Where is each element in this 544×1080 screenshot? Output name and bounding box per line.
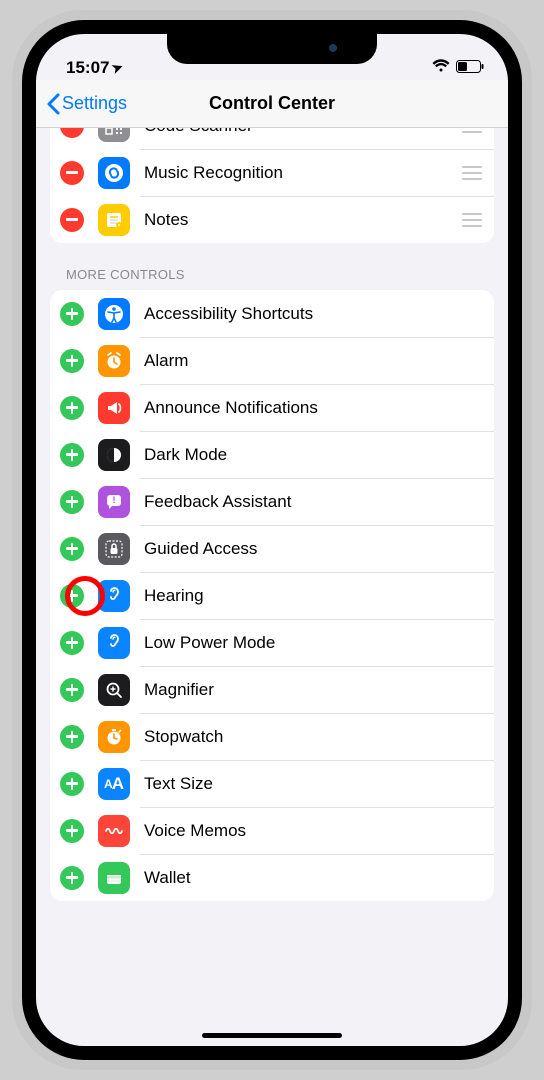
- more-controls-group: Accessibility Shortcuts Alarm Announce Not…: [50, 290, 494, 901]
- remove-button[interactable]: [60, 208, 84, 232]
- svg-text:!: !: [113, 495, 116, 505]
- magnifier-icon: [98, 674, 130, 706]
- control-row-wallet[interactable]: Wallet: [50, 854, 494, 901]
- feedback-icon: !: [98, 486, 130, 518]
- accessibility-icon: [98, 298, 130, 330]
- status-left: 15:07 ➤: [66, 58, 123, 78]
- control-row-hearing[interactable]: Hearing: [50, 572, 494, 619]
- lock-icon: [98, 533, 130, 565]
- control-row-accessibility-shortcuts[interactable]: Accessibility Shortcuts: [50, 290, 494, 337]
- back-button[interactable]: Settings: [46, 93, 127, 115]
- ear2-icon: [98, 627, 130, 659]
- home-indicator[interactable]: [202, 1033, 342, 1038]
- row-label: Voice Memos: [144, 821, 482, 841]
- add-button[interactable]: [60, 819, 84, 843]
- status-time: 15:07: [66, 58, 109, 78]
- reorder-handle-icon[interactable]: [460, 166, 482, 180]
- control-row-text-size[interactable]: AA Text Size: [50, 760, 494, 807]
- control-row-dark-mode[interactable]: Dark Mode: [50, 431, 494, 478]
- textsize-icon: AA: [98, 768, 130, 800]
- add-button[interactable]: [60, 584, 84, 608]
- darkmode-icon: [98, 439, 130, 471]
- screen: 15:07 ➤ Settings Control: [36, 34, 508, 1046]
- control-row-announce-notifications[interactable]: Announce Notifications: [50, 384, 494, 431]
- battery-icon: [456, 58, 484, 78]
- add-button[interactable]: [60, 772, 84, 796]
- add-button[interactable]: [60, 490, 84, 514]
- row-label: Alarm: [144, 351, 482, 371]
- row-label: Code Scanner: [144, 128, 460, 136]
- shazam-icon: [98, 157, 130, 189]
- row-label: Guided Access: [144, 539, 482, 559]
- control-row-feedback-assistant[interactable]: ! Feedback Assistant: [50, 478, 494, 525]
- row-label: Text Size: [144, 774, 482, 794]
- content-area[interactable]: Apple TV Remote Code Scanner Music Recog…: [36, 128, 508, 1046]
- row-label: Accessibility Shortcuts: [144, 304, 482, 324]
- add-button[interactable]: [60, 302, 84, 326]
- remove-button[interactable]: [60, 161, 84, 185]
- add-button[interactable]: [60, 631, 84, 655]
- alarm-icon: [98, 345, 130, 377]
- control-row-notes[interactable]: Notes: [50, 196, 494, 243]
- nav-bar: Settings Control Center: [36, 80, 508, 128]
- add-button[interactable]: [60, 349, 84, 373]
- control-row-stopwatch[interactable]: Stopwatch: [50, 713, 494, 760]
- control-row-guided-access[interactable]: Guided Access: [50, 525, 494, 572]
- add-button[interactable]: [60, 396, 84, 420]
- control-row-alarm[interactable]: Alarm: [50, 337, 494, 384]
- row-label: Announce Notifications: [144, 398, 482, 418]
- row-label: Wallet: [144, 868, 482, 888]
- add-button[interactable]: [60, 443, 84, 467]
- status-right: [432, 58, 484, 78]
- row-label: Stopwatch: [144, 727, 482, 747]
- row-label: Dark Mode: [144, 445, 482, 465]
- control-row-low-power-mode[interactable]: Low Power Mode: [50, 619, 494, 666]
- row-label: Feedback Assistant: [144, 492, 482, 512]
- row-label: Hearing: [144, 586, 482, 606]
- qr-icon: [98, 128, 130, 142]
- wifi-icon: [432, 58, 450, 78]
- voicememo-icon: [98, 815, 130, 847]
- add-button[interactable]: [60, 537, 84, 561]
- reorder-handle-icon[interactable]: [460, 213, 482, 227]
- add-button[interactable]: [60, 725, 84, 749]
- control-row-music-recognition[interactable]: Music Recognition: [50, 149, 494, 196]
- notch: [167, 34, 377, 64]
- row-label: Magnifier: [144, 680, 482, 700]
- remove-button[interactable]: [60, 128, 84, 138]
- reorder-handle-icon[interactable]: [460, 128, 482, 133]
- control-row-voice-memos[interactable]: Voice Memos: [50, 807, 494, 854]
- location-services-icon: ➤: [110, 59, 126, 78]
- control-row-magnifier[interactable]: Magnifier: [50, 666, 494, 713]
- wallet-icon: [98, 862, 130, 894]
- row-label: Music Recognition: [144, 163, 460, 183]
- control-row-code-scanner[interactable]: Code Scanner: [50, 128, 494, 149]
- device-frame: 15:07 ➤ Settings Control: [12, 10, 532, 1070]
- add-button[interactable]: [60, 678, 84, 702]
- row-label: Notes: [144, 210, 460, 230]
- device-bezel: 15:07 ➤ Settings Control: [22, 20, 522, 1060]
- add-button[interactable]: [60, 866, 84, 890]
- ear-icon: [98, 580, 130, 612]
- more-controls-header: More Controls: [36, 243, 508, 290]
- included-controls-group: Apple TV Remote Code Scanner Music Recog…: [50, 128, 494, 243]
- announce-icon: [98, 392, 130, 424]
- row-label: Low Power Mode: [144, 633, 482, 653]
- back-label: Settings: [62, 93, 127, 114]
- notes-icon: [98, 204, 130, 236]
- stopwatch-icon: [98, 721, 130, 753]
- chevron-left-icon: [46, 93, 60, 115]
